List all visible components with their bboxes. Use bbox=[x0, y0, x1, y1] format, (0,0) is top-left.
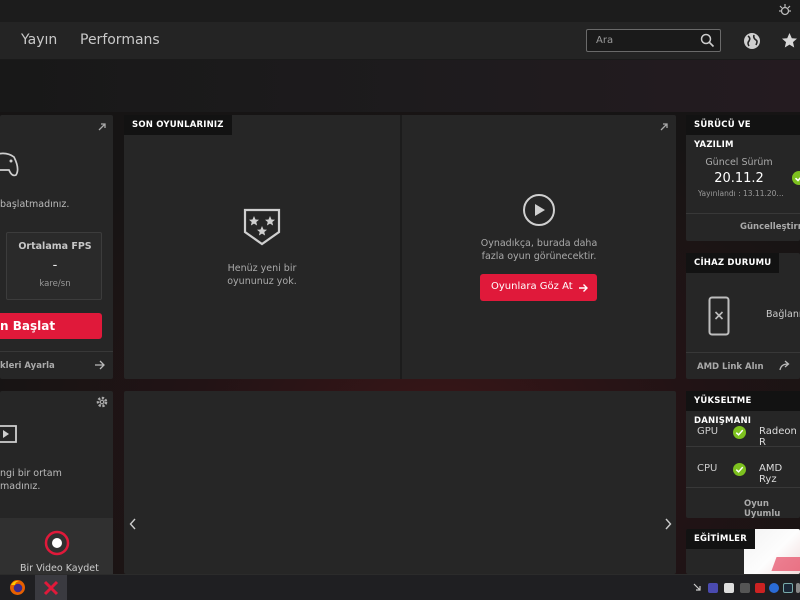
play-icon bbox=[523, 194, 555, 226]
record-message: ngi bir ortam madınız. bbox=[0, 467, 62, 493]
release-date: Yayınlandı : 13.11.20… bbox=[698, 189, 784, 198]
device-panel: CİHAZ DURUMU Bağlanı AMD Link Alın bbox=[686, 253, 800, 379]
update-link[interactable]: Güncelleştirme bbox=[740, 222, 800, 232]
play-more-line-1: Oynadıkça, burada daha bbox=[480, 238, 598, 249]
search-input[interactable]: Ara bbox=[586, 29, 721, 52]
empty-games-line-2: oyununuz yok. bbox=[227, 276, 297, 287]
title-strip bbox=[0, 0, 800, 22]
gamepad-icon bbox=[0, 152, 19, 177]
panel-divider bbox=[400, 115, 402, 379]
tray-icon-7[interactable] bbox=[796, 583, 800, 593]
play-more-line-2: fazla oyun görünecektir. bbox=[481, 251, 597, 262]
browse-games-label: Oyunlara Göz At bbox=[491, 281, 573, 292]
bluetooth-icon[interactable] bbox=[769, 583, 779, 593]
device-status: Bağlanı bbox=[766, 309, 800, 320]
thumbnail-art bbox=[771, 557, 800, 571]
compatibility-link[interactable]: Oyun Uyumlu bbox=[744, 499, 800, 519]
search-placeholder: Ara bbox=[596, 35, 614, 46]
gaming-panel: başlatmadınız. Ortalama FPS - kare/sn n … bbox=[0, 115, 113, 379]
upgrade-title: YÜKSELTME DANIŞMANI bbox=[686, 391, 800, 426]
tab-stream[interactable]: Yayın bbox=[21, 32, 57, 48]
cpu-value: AMD Ryz bbox=[759, 463, 783, 485]
recent-games-panel: SON OYUNLARINIZ Henüz yeni bir oyununuz … bbox=[124, 115, 676, 379]
amd-radeon-icon bbox=[43, 580, 59, 596]
empty-games-line-1: Henüz yeni bir bbox=[227, 263, 297, 274]
tab-performance[interactable]: Performans bbox=[80, 32, 160, 48]
check-icon bbox=[792, 171, 800, 185]
record-button-icon[interactable] bbox=[44, 530, 70, 556]
search-icon[interactable] bbox=[700, 33, 715, 48]
device-title: CİHAZ DURUMU bbox=[686, 253, 780, 273]
current-version-label: Güncel Sürüm bbox=[705, 157, 773, 168]
banner bbox=[0, 60, 800, 112]
recent-games-title: SON OYUNLARINIZ bbox=[124, 115, 232, 135]
start-button[interactable]: n Başlat bbox=[0, 313, 102, 339]
driver-panel: SÜRÜCÜ VE YAZILIM Güncel Sürüm 20.11.2 Y… bbox=[686, 115, 800, 241]
chevron-right-icon[interactable] bbox=[664, 518, 672, 530]
steam-icon[interactable] bbox=[783, 583, 793, 593]
medal-icon bbox=[243, 208, 281, 246]
gpu-label: GPU bbox=[697, 426, 719, 437]
globe-icon[interactable] bbox=[743, 32, 761, 50]
settings-link[interactable]: kleri Ayarla bbox=[0, 361, 55, 371]
fps-label: Ortalama FPS bbox=[18, 241, 92, 252]
driver-title: SÜRÜCÜ VE YAZILIM bbox=[686, 115, 800, 150]
empty-games-text: Henüz yeni bir oyununuz yok. bbox=[184, 262, 340, 288]
star-icon[interactable] bbox=[781, 32, 798, 49]
tray-icon-2[interactable] bbox=[724, 583, 734, 593]
gear-icon[interactable] bbox=[95, 395, 109, 409]
bug-report-icon[interactable] bbox=[778, 3, 792, 17]
check-icon bbox=[733, 426, 746, 439]
record-video-label[interactable]: Bir Video Kaydet bbox=[20, 563, 99, 574]
screen-icon bbox=[0, 425, 17, 443]
arrow-right-icon[interactable] bbox=[94, 360, 106, 370]
play-more-text: Oynadıkça, burada daha fazla oyun görüne… bbox=[454, 237, 624, 263]
expand-icon[interactable] bbox=[659, 122, 669, 132]
training-panel: EĞİTİMLER bbox=[686, 529, 800, 574]
record-message-line-2: madınız. bbox=[0, 481, 41, 492]
gpu-value: Radeon R bbox=[759, 426, 797, 448]
amd-link-link[interactable]: AMD Link Alın bbox=[697, 362, 764, 372]
fps-unit: kare/sn bbox=[39, 279, 71, 289]
fps-card: Ortalama FPS - kare/sn bbox=[6, 232, 102, 300]
record-message-line-1: ngi bir ortam bbox=[0, 468, 62, 479]
arrow-right-icon bbox=[579, 284, 588, 292]
amd-app-task[interactable] bbox=[35, 575, 67, 600]
browse-games-button[interactable]: Oyunlara Göz At bbox=[480, 274, 597, 301]
fps-value: - bbox=[52, 258, 58, 273]
cpu-label: CPU bbox=[697, 463, 718, 474]
carousel-panel bbox=[124, 391, 676, 574]
upgrade-panel: YÜKSELTME DANIŞMANI GPU Radeon R CPU AMD… bbox=[686, 391, 800, 519]
record-panel: ngi bir ortam madınız. Bir Video Kaydet bbox=[0, 391, 113, 574]
phone-disconnected-icon bbox=[708, 296, 730, 336]
share-icon[interactable] bbox=[779, 360, 791, 371]
gaming-message: başlatmadınız. bbox=[0, 199, 70, 210]
tray-icon-1[interactable] bbox=[708, 583, 718, 593]
chevron-left-icon[interactable] bbox=[129, 518, 137, 530]
driver-version: 20.11.2 bbox=[714, 171, 764, 186]
training-title: EĞİTİMLER bbox=[686, 529, 755, 549]
expand-icon[interactable] bbox=[97, 122, 107, 132]
tray-icon-4[interactable] bbox=[755, 583, 765, 593]
tray-icon-3[interactable] bbox=[740, 583, 750, 593]
taskbar bbox=[0, 574, 800, 600]
tray-arrow-icon[interactable] bbox=[692, 582, 702, 592]
firefox-icon[interactable] bbox=[9, 579, 26, 596]
check-icon bbox=[733, 463, 746, 476]
